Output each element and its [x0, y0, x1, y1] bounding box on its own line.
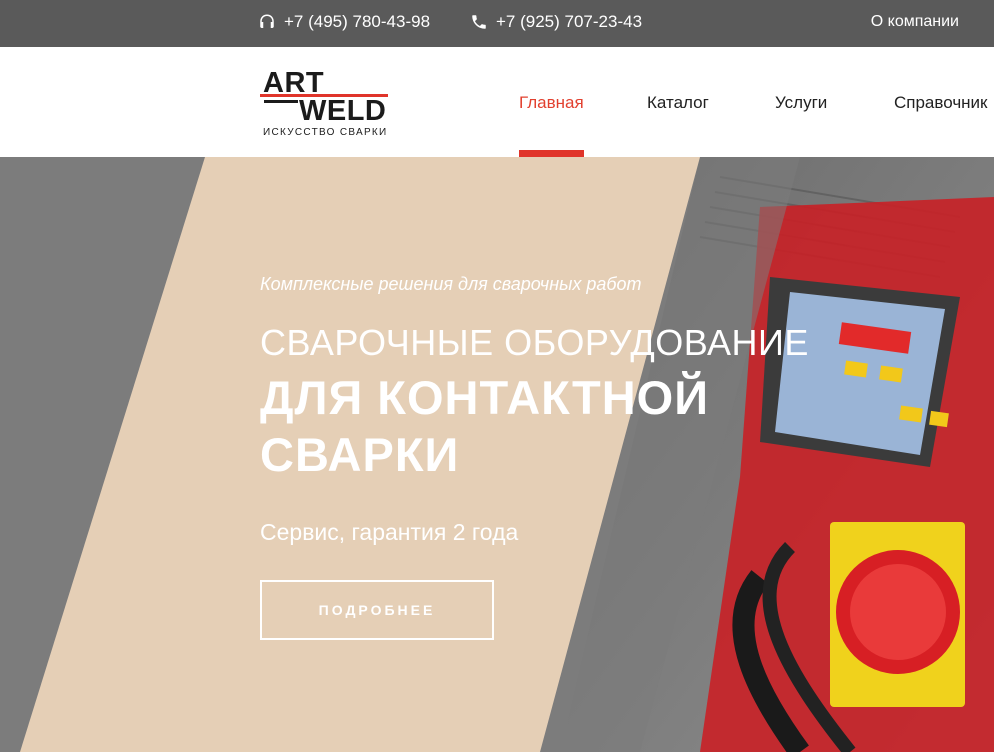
hero-background [0, 157, 994, 752]
site-header: ART WELD ИСКУССТВО СВАРКИ Главная Катало… [0, 47, 994, 157]
hero-heading-line1: СВАРОЧНЫЕ ОБОРУДОВАНИЕ [260, 322, 809, 363]
headset-icon [260, 14, 274, 28]
phone-link-2[interactable]: +7 (925) 707-23-43 [470, 12, 642, 32]
nav-item-home[interactable]: Главная [519, 93, 584, 113]
phone-number-1: +7 (495) 780-43-98 [284, 12, 431, 31]
hero-service-text: Сервис, гарантия 2 года [260, 519, 519, 545]
phone-number-2: +7 (925) 707-23-43 [496, 12, 643, 31]
nav-item-services[interactable]: Услуги [775, 93, 827, 113]
hero-heading-line3: СВАРКИ [260, 428, 460, 481]
hero-subtitle: Комплексные решения для сварочных работ [260, 274, 642, 294]
logo-line2: WELD [299, 95, 387, 127]
logo-tagline: ИСКУССТВО СВАРКИ [263, 127, 388, 138]
nav-item-catalog[interactable]: Каталог [647, 93, 709, 113]
top-bar: +7 (495) 780-43-98 +7 (925) 707-23-43 О … [0, 0, 994, 47]
hero-heading-line2: ДЛЯ КОНТАКТНОЙ [260, 371, 710, 424]
about-link[interactable]: О компании [871, 13, 959, 31]
phone-icon [472, 15, 486, 29]
active-nav-indicator [519, 150, 584, 157]
logo[interactable]: ART WELD ИСКУССТВО СВАРКИ [260, 67, 400, 142]
nav-item-reference[interactable]: Справочник [894, 93, 988, 113]
hero-banner: Комплексные решения для сварочных работ … [0, 157, 994, 752]
more-button[interactable]: ПОДРОБНЕЕ [260, 580, 494, 640]
logo-dark-stripe [264, 100, 298, 103]
phone-link-1[interactable]: +7 (495) 780-43-98 [258, 12, 430, 32]
